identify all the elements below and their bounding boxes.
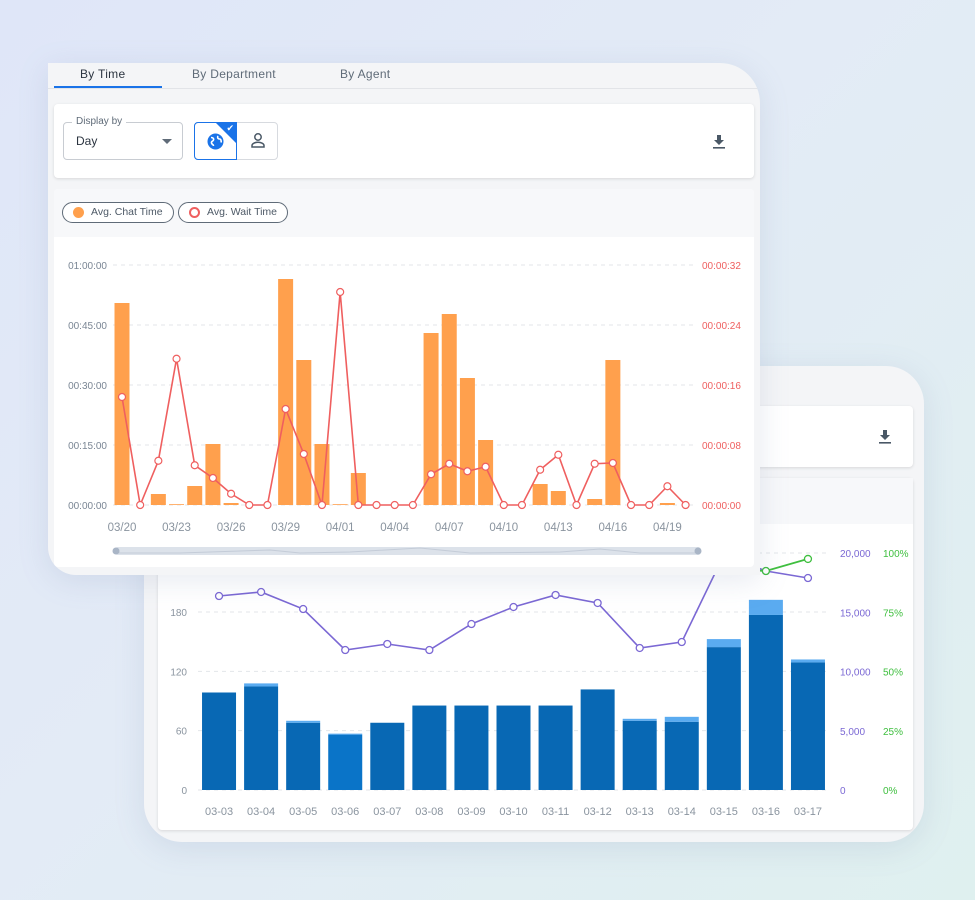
zoom-slider-handle-left[interactable]	[112, 547, 120, 555]
y-right-tick-label: 00:00:16	[702, 381, 741, 392]
wait-time-point	[226, 489, 236, 498]
chat-time-bar	[532, 484, 548, 505]
wait-time-point	[463, 467, 472, 476]
chat-time-bar	[114, 303, 130, 505]
x-tick-label: 04/07	[435, 522, 464, 534]
wait-time-point	[208, 473, 217, 483]
y-right-tick-label: 00:00:08	[702, 441, 741, 452]
y-left-tick-label: 01:00:00	[68, 261, 107, 272]
y-right-tick-label: 00:00:32	[702, 261, 741, 272]
wait-time-point	[154, 456, 163, 465]
wait-time-point	[245, 500, 254, 510]
y-left-tick-label: 00:45:00	[68, 321, 107, 332]
chat-time-bar	[441, 314, 457, 505]
x-tick-label: 04/13	[544, 522, 573, 534]
wait-time-point	[317, 500, 327, 510]
wait-time-point	[572, 500, 581, 510]
front-chart: 00:00:00 00:00:00 00:15:00 00:00:08 00:30:00…	[68, 261, 741, 555]
wait-time-point	[263, 500, 272, 510]
chat-time-bar	[587, 499, 603, 505]
x-tick-label: 04/04	[380, 522, 409, 534]
chat-time-bar	[423, 333, 439, 505]
wait-time-point	[481, 462, 490, 471]
y-left-tick-label: 00:00:00	[68, 501, 107, 512]
x-tick-label: 04/01	[326, 522, 355, 534]
wait-time-point	[645, 500, 654, 510]
chat-time-bar	[605, 360, 621, 505]
wait-time-point	[517, 500, 527, 510]
chat-time-bar	[659, 503, 675, 505]
y-right-tick-label: 00:00:24	[702, 321, 741, 332]
chat-time-bar	[187, 486, 203, 505]
chat-time-bar	[223, 503, 239, 505]
wait-time-point	[336, 287, 345, 297]
chat-time-bar	[550, 491, 566, 505]
y-left-tick-label: 00:15:00	[68, 441, 107, 452]
chat-time-bar	[169, 504, 185, 505]
x-tick-label: 03/20	[108, 522, 137, 534]
wait-time-line	[121, 291, 687, 508]
x-tick-label: 04/10	[489, 522, 518, 534]
chat-time-bar	[150, 494, 166, 505]
wait-time-point	[408, 500, 417, 510]
wait-time-point	[681, 500, 690, 510]
wait-time-point	[663, 482, 672, 491]
x-tick-label: 03/23	[162, 522, 191, 534]
wait-time-point	[281, 404, 290, 414]
wait-time-point	[536, 465, 545, 474]
zoom-slider-handle-right[interactable]	[694, 547, 702, 555]
x-tick-label: 03/29	[271, 522, 300, 534]
chat-time-bar	[459, 378, 475, 505]
wait-time-point	[499, 500, 508, 510]
wait-time-point	[117, 392, 127, 402]
chat-time-bar	[296, 360, 312, 505]
y-right-tick-label: 00:00:00	[702, 501, 741, 512]
wait-time-point	[299, 449, 308, 459]
wait-time-point	[372, 500, 381, 510]
wait-time-point	[390, 500, 399, 510]
wait-time-point	[426, 470, 436, 479]
wait-time-point	[354, 500, 363, 510]
wait-time-point	[136, 500, 145, 510]
chat-time-bar	[332, 504, 348, 505]
wait-time-point	[445, 459, 454, 468]
x-tick-label: 04/19	[653, 522, 682, 534]
y-left-tick-label: 00:30:00	[68, 381, 107, 392]
wait-time-point	[172, 354, 181, 363]
chat-time-bar	[278, 279, 294, 505]
wait-time-point	[608, 458, 617, 468]
x-tick-label: 04/16	[598, 522, 627, 534]
wait-time-point	[626, 500, 636, 510]
wait-time-point	[190, 461, 199, 470]
wait-time-point	[554, 450, 563, 459]
wait-time-point	[590, 459, 599, 468]
chat-time-bar	[478, 440, 494, 505]
x-tick-label: 03/26	[217, 522, 246, 534]
